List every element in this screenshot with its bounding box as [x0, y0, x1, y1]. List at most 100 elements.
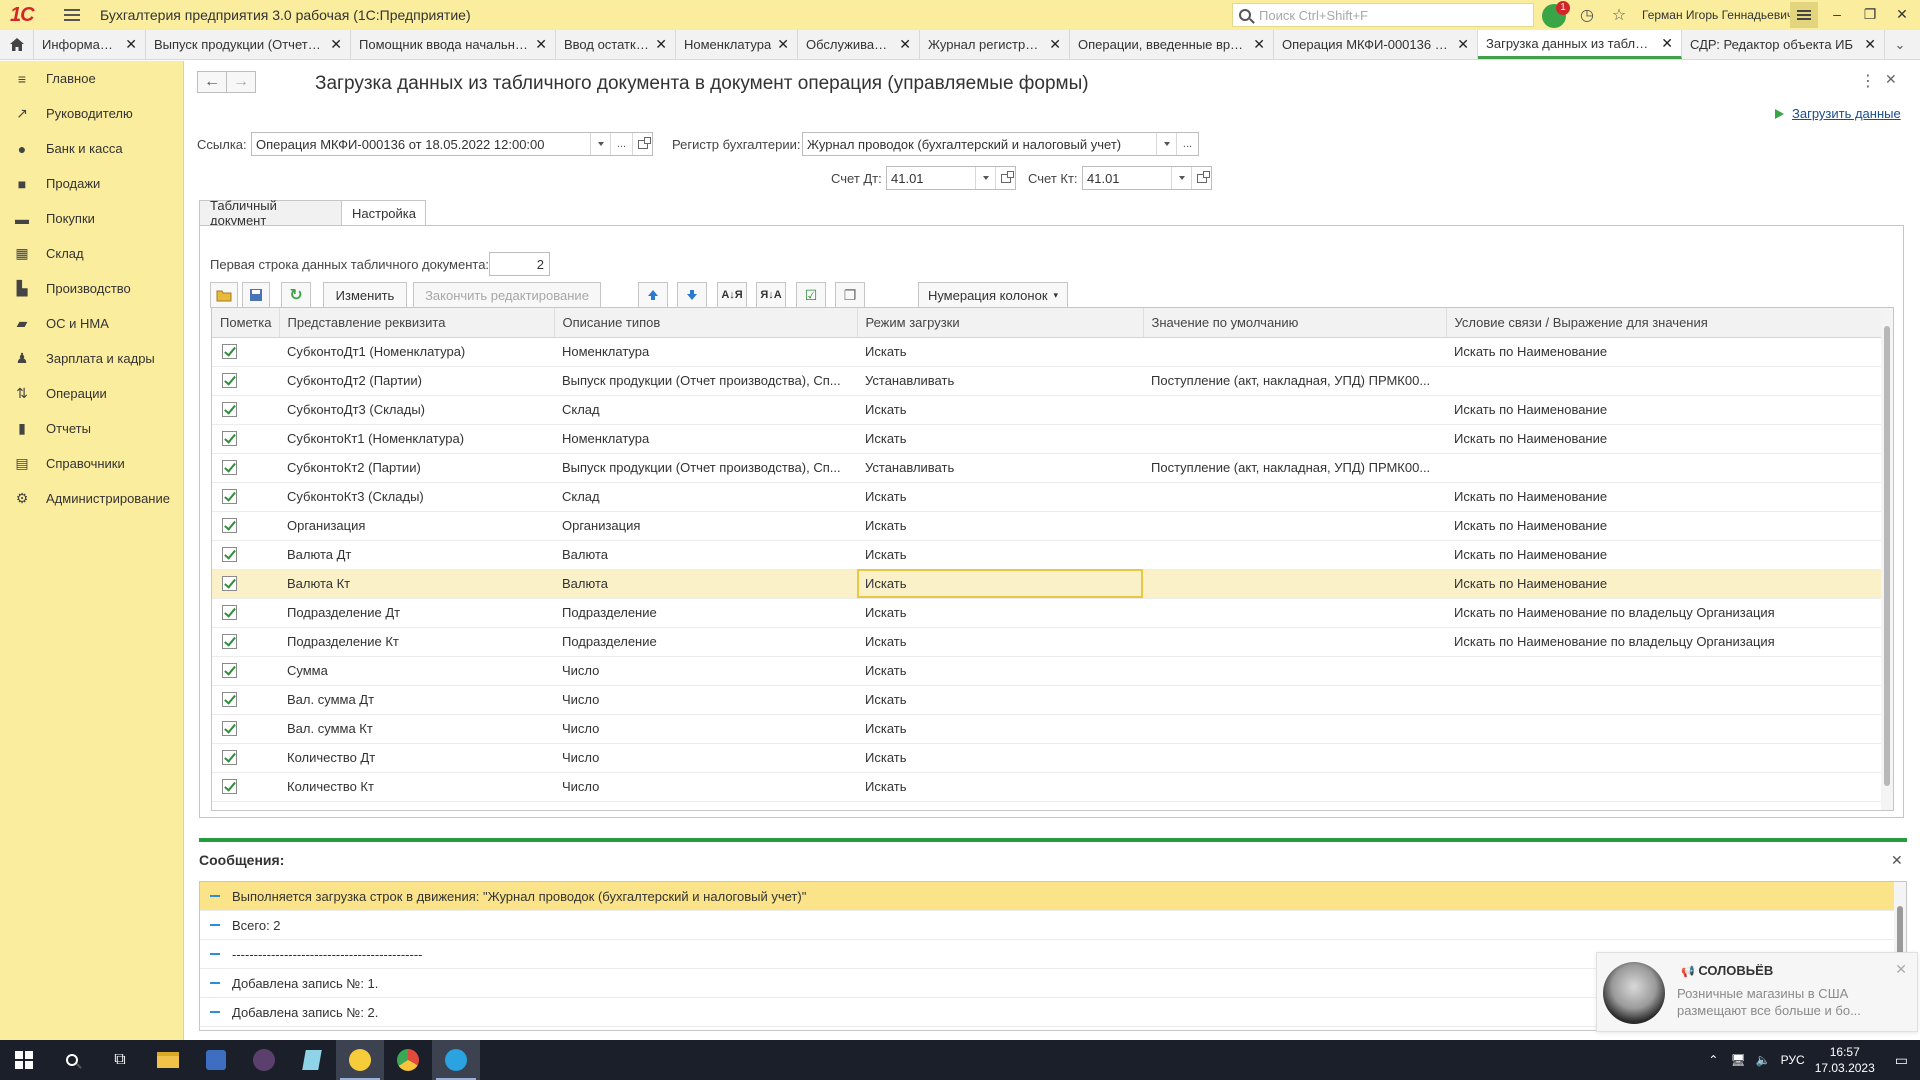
mark-checkbox[interactable]: [222, 662, 237, 678]
table-cell[interactable]: Число: [554, 743, 857, 773]
obs-icon[interactable]: [240, 1040, 288, 1080]
table-row[interactable]: Подразделение Кт Подразделение Искать Искат…: [212, 627, 1882, 657]
refresh-icon[interactable]: ↻: [281, 282, 311, 308]
table-cell[interactable]: [1446, 714, 1882, 744]
table-cell[interactable]: Искать по Наименование: [1446, 511, 1882, 541]
table-scrollbar[interactable]: [1881, 308, 1893, 810]
table-cell[interactable]: Подразделение: [554, 627, 857, 657]
register-field[interactable]: Журнал проводок (бухгалтерский и налогов…: [802, 132, 1199, 156]
change-button[interactable]: Изменить: [323, 282, 407, 308]
table-cell[interactable]: СубконтоКт1 (Номенклатура): [279, 424, 554, 454]
action-center-icon[interactable]: ▭: [1895, 1052, 1908, 1069]
table-cell[interactable]: [1446, 656, 1882, 686]
mark-checkbox[interactable]: [222, 720, 237, 736]
column-header[interactable]: Пометка: [212, 308, 280, 338]
table-cell[interactable]: Искать: [857, 685, 1143, 715]
message-item[interactable]: Выполняется загрузка строк в движения: "…: [200, 882, 1906, 911]
notifications-bell-icon[interactable]: 1: [1542, 1, 1570, 28]
close-tab-icon[interactable]: ✕: [1864, 36, 1876, 53]
close-tab-icon[interactable]: ✕: [1661, 35, 1673, 52]
mark-checkbox[interactable]: [222, 459, 237, 475]
tab-2[interactable]: Помощник ввода начальных остатков ✕: [351, 30, 556, 59]
table-cell[interactable]: Искать: [857, 743, 1143, 773]
mark-checkbox[interactable]: [222, 633, 237, 649]
sidebar-item-6[interactable]: ▙ Производство: [0, 271, 183, 306]
notification-close-icon[interactable]: ✕: [1895, 961, 1907, 978]
link-field[interactable]: Операция МКФИ-000136 от 18.05.2022 12:00…: [251, 132, 653, 156]
column-header[interactable]: Описание типов: [554, 308, 858, 338]
table-row[interactable]: Подразделение Дт Подразделение Искать Искат…: [212, 598, 1882, 628]
table-cell[interactable]: Поступление (акт, накладная, УПД) ПРМК00…: [1143, 366, 1446, 396]
table-cell[interactable]: [1143, 685, 1446, 715]
mark-checkbox[interactable]: [222, 517, 237, 533]
table-cell[interactable]: [1143, 627, 1446, 657]
mark-checkbox[interactable]: [222, 604, 237, 620]
tab-8[interactable]: Операция МКФИ-000136 от 18.05.2022 ✕: [1274, 30, 1478, 59]
table-row[interactable]: СубконтоКт2 (Партии) Выпуск продукции (От…: [212, 453, 1882, 483]
table-cell[interactable]: Устанавливать: [857, 453, 1143, 483]
minimize-icon[interactable]: –: [1827, 6, 1847, 22]
column-header[interactable]: Представление реквизита: [279, 308, 555, 338]
table-cell[interactable]: [1143, 395, 1446, 425]
table-row[interactable]: Организация Организация Искать Искать по На…: [212, 511, 1882, 541]
table-row[interactable]: Валюта Кт Валюта Искать Искать по Наименова…: [212, 569, 1882, 599]
table-cell[interactable]: [1143, 540, 1446, 570]
close-tab-icon[interactable]: ✕: [1457, 36, 1469, 53]
table-cell[interactable]: Искать: [857, 598, 1143, 628]
table-cell[interactable]: [1446, 453, 1882, 483]
table-cell[interactable]: СубконтоКт2 (Партии): [279, 453, 554, 483]
table-cell[interactable]: Искать: [857, 656, 1143, 686]
first-row-input[interactable]: 2: [489, 252, 550, 276]
sidebar-item-5[interactable]: ▦ Склад: [0, 236, 183, 271]
search-input[interactable]: [1257, 6, 1533, 24]
table-cell[interactable]: Валюта Дт: [279, 540, 554, 570]
table-cell[interactable]: Искать: [857, 395, 1143, 425]
sidebar-item-12[interactable]: ⚙ Администрирование: [0, 481, 183, 516]
table-row[interactable]: СубконтоДт3 (Склады) Склад Искать Искать по…: [212, 395, 1882, 425]
table-cell[interactable]: Валюта: [554, 569, 857, 599]
table-cell[interactable]: Искать по Наименование: [1446, 482, 1882, 512]
app-1c-launcher-icon[interactable]: [192, 1040, 240, 1080]
table-row[interactable]: СубконтоКт3 (Склады) Склад Искать Искать по…: [212, 482, 1882, 512]
table-cell[interactable]: Вал. сумма Дт: [279, 685, 554, 715]
close-tab-icon[interactable]: ✕: [1049, 36, 1061, 53]
tabs-more-chevron-down-icon[interactable]: ⌄: [1885, 30, 1915, 59]
table-cell[interactable]: Искать: [857, 424, 1143, 454]
sidebar-item-10[interactable]: ▮ Отчеты: [0, 411, 183, 446]
main-menu-icon[interactable]: [64, 9, 80, 21]
table-cell[interactable]: Число: [554, 656, 857, 686]
table-cell[interactable]: Организация: [554, 511, 857, 541]
save-disk-icon[interactable]: [242, 282, 270, 308]
table-cell[interactable]: Искать по Наименование: [1446, 395, 1882, 425]
table-cell[interactable]: Искать: [857, 772, 1143, 802]
debit-open-icon[interactable]: [995, 167, 1015, 189]
file-explorer-icon[interactable]: [144, 1040, 192, 1080]
chrome-icon[interactable]: [384, 1040, 432, 1080]
table-cell[interactable]: Искать: [857, 511, 1143, 541]
table-cell[interactable]: [1143, 424, 1446, 454]
table-cell[interactable]: СубконтоДт2 (Партии): [279, 366, 554, 396]
sidebar-item-1[interactable]: ↗ Руководителю: [0, 96, 183, 131]
finish-editing-button[interactable]: Закончить редактирование: [413, 282, 601, 308]
mark-checkbox[interactable]: [222, 749, 237, 765]
task-view-icon[interactable]: ⧉: [96, 1040, 144, 1080]
table-row[interactable]: Вал. сумма Кт Число Искать: [212, 714, 1882, 744]
table-cell[interactable]: [1143, 714, 1446, 744]
mark-checkbox[interactable]: [222, 575, 237, 591]
tab-6[interactable]: Журнал регистрации ✕: [920, 30, 1070, 59]
table-cell[interactable]: Устанавливать: [857, 366, 1143, 396]
link-dropdown-icon[interactable]: [590, 133, 610, 155]
global-search[interactable]: [1232, 3, 1534, 27]
table-cell[interactable]: Искать: [857, 627, 1143, 657]
tab-5[interactable]: Обслуживание ✕: [798, 30, 920, 59]
notepad-icon[interactable]: [288, 1040, 336, 1080]
clock[interactable]: 16:57 17.03.2023: [1815, 1044, 1875, 1076]
table-row[interactable]: Сумма Число Искать: [212, 656, 1882, 686]
tab-10[interactable]: СДР: Редактор объекта ИБ ✕: [1682, 30, 1885, 59]
app-1c-enterprise-icon[interactable]: [336, 1040, 384, 1080]
table-cell[interactable]: Выпуск продукции (Отчет производства), С…: [554, 366, 857, 396]
table-cell[interactable]: [1446, 743, 1882, 773]
table-row[interactable]: СубконтоДт2 (Партии) Выпуск продукции (От…: [212, 366, 1882, 396]
column-header[interactable]: Условие связи / Выражение для значения: [1446, 308, 1883, 338]
table-cell[interactable]: СубконтоКт3 (Склады): [279, 482, 554, 512]
